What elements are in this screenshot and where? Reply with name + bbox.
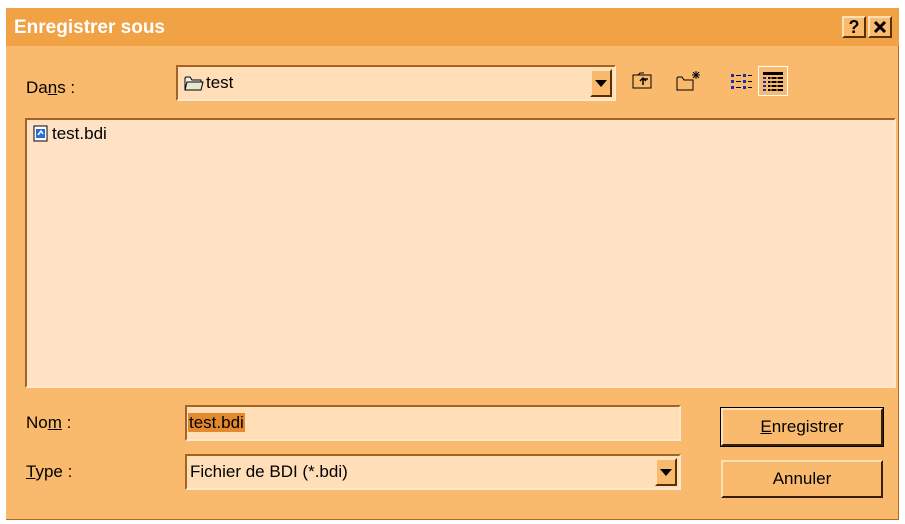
filename-input[interactable]: test.bdi [185,405,681,441]
filetype-value: Fichier de BDI (*.bdi) [190,462,348,481]
dialog-title: Enregistrer sous [14,17,165,38]
help-button[interactable]: ? [842,16,866,38]
filetype-combo[interactable]: Fichier de BDI (*.bdi) [185,454,681,490]
filetype-dropdown-button[interactable] [655,458,677,486]
details-view-button[interactable] [758,66,788,96]
save-button[interactable]: Enregistrer [720,407,884,447]
folder-icon [184,76,204,91]
chevron-down-icon [660,468,672,476]
location-value: test [206,73,234,92]
location-combo[interactable]: test [176,65,616,101]
document-icon [33,125,48,142]
close-icon [873,20,887,34]
file-name: test.bdi [52,124,107,143]
filename-value: test.bdi [188,413,245,432]
filename-label: Nom : [26,413,72,432]
up-folder-icon [632,72,652,89]
cancel-button[interactable]: Annuler [721,460,883,498]
details-view-icon [763,72,783,91]
filetype-label: Type : [26,462,73,481]
list-item[interactable]: test.bdi [33,124,107,144]
save-as-dialog: Enregistrer sous ? Dans : test test.bdi … [6,8,899,520]
list-view-icon [731,74,752,89]
new-folder-button[interactable] [674,66,704,96]
location-dropdown-button[interactable] [590,69,612,97]
file-list[interactable]: test.bdi [25,118,896,388]
new-folder-icon [676,71,700,91]
up-folder-button[interactable] [628,66,658,96]
location-label: Dans : [26,78,76,97]
title-bar[interactable]: Enregistrer sous ? [6,8,899,46]
chevron-down-icon [595,79,607,87]
close-button[interactable] [868,16,892,38]
list-view-button[interactable] [726,66,756,96]
